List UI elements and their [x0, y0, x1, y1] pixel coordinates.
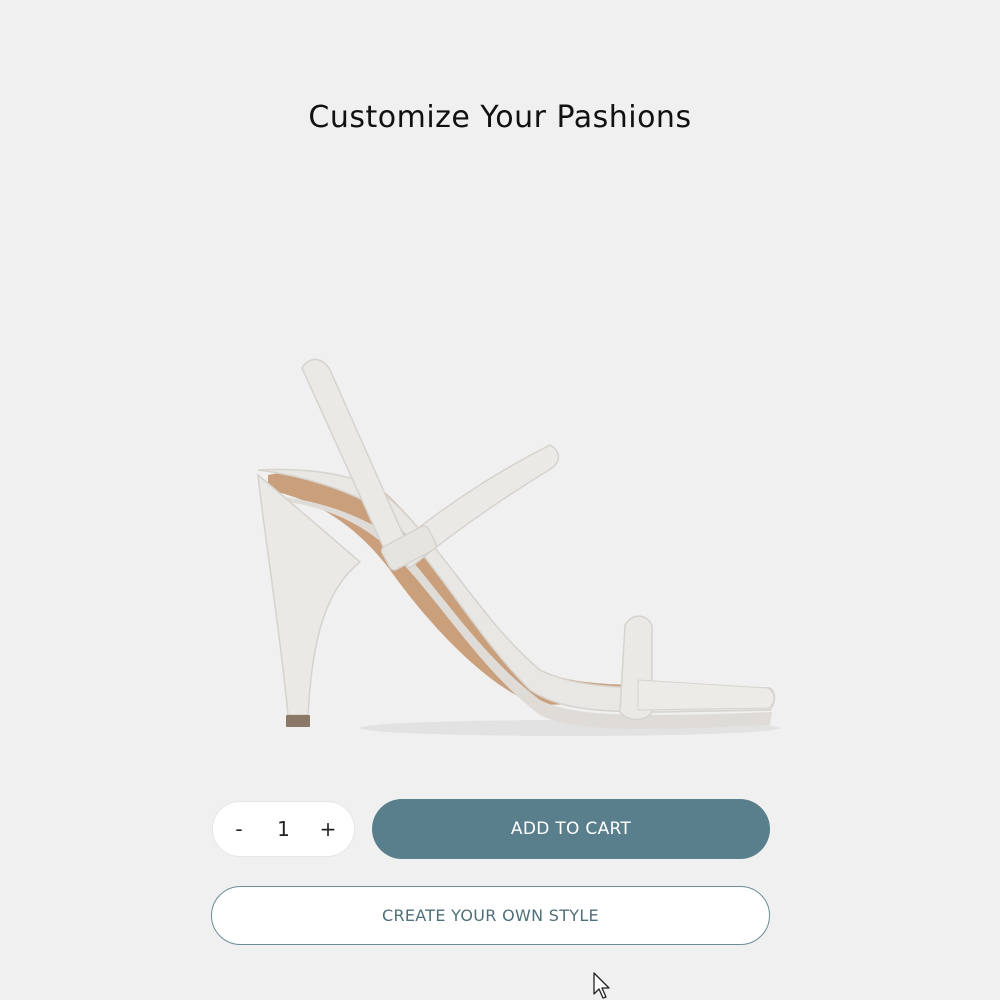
decrement-button[interactable]: -: [223, 809, 255, 849]
quantity-value[interactable]: 1: [264, 817, 304, 841]
page-title: Customize Your Pashions: [308, 100, 692, 135]
product-page: Customize Your Pashions - 1 + ADD TO CAR…: [0, 0, 1000, 1000]
increment-button[interactable]: +: [312, 809, 344, 849]
add-to-cart-button[interactable]: ADD TO CART: [372, 799, 770, 859]
mouse-pointer-icon: [593, 972, 610, 999]
create-your-own-style-button[interactable]: CREATE YOUR OWN STYLE: [211, 886, 770, 945]
product-image: [257, 358, 780, 736]
quantity-stepper[interactable]: - 1 +: [212, 801, 355, 857]
